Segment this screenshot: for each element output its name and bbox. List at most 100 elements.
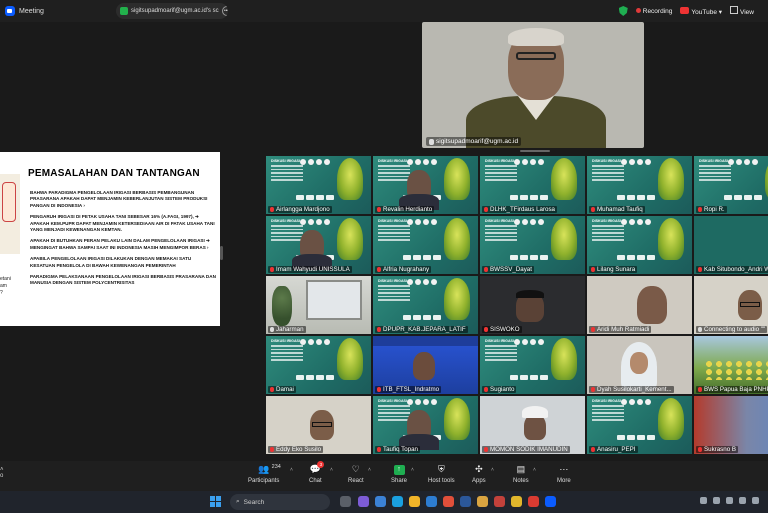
chrome-profile-icon[interactable]	[494, 496, 505, 507]
participant-tile[interactable]: DISKUSI IRIGASI DLHK_TFirdaus Larosa	[480, 156, 585, 214]
speaker-name-label: sigitsupadmoarif@ugm.ac.id	[436, 138, 519, 145]
flyer-text-lines	[592, 405, 624, 423]
participant-name: Anasiru_PEPI	[597, 446, 636, 453]
active-speaker-video[interactable]	[422, 22, 644, 148]
participant-tile[interactable]: DISKUSI IRIGASI Damai	[266, 336, 371, 394]
outlook-icon[interactable]	[426, 496, 437, 507]
meeting-controls-toolbar: ˄ o 👥 234 Participants ˄ 💬 3 Chat ˄ ♡ React…	[0, 461, 768, 491]
participant-tile[interactable]: DISKUSI IRIGASI Sugianto	[480, 336, 585, 394]
participant-tile[interactable]: Connecting to audio ""	[694, 276, 768, 334]
more-options-icon[interactable]: •••	[221, 6, 228, 16]
task-view-icon[interactable]	[340, 496, 351, 507]
participant-tile[interactable]: DISKUSI IRIGASI BWSSV_Dayat	[480, 216, 585, 274]
security-shield-icon[interactable]	[618, 6, 628, 16]
chrome-icon[interactable]	[477, 496, 488, 507]
split-view-resize-handle[interactable]	[220, 246, 223, 260]
host-tools-button[interactable]: ⛨ Host tools	[428, 464, 455, 484]
mic-muted-icon	[270, 207, 274, 212]
participant-tile[interactable]: DISKUSI IRIGASI Lilang Sunara	[587, 216, 692, 274]
chat-caret-icon[interactable]: ˄	[330, 467, 333, 473]
audio-control[interactable]: ˄ o	[0, 467, 4, 479]
participant-tile[interactable]: DISKUSI IRIGASI Airlangga Mardjono	[266, 156, 371, 214]
share-label: Share	[391, 478, 408, 484]
view-button[interactable]: View	[730, 6, 754, 16]
youtube-label: YouTube	[691, 8, 717, 16]
youtube-live-indicator[interactable]: YouTube ▾	[680, 6, 722, 16]
participant-tile[interactable]: DISKUSI IRIGASI Anasiru_PEPI	[587, 396, 692, 454]
copilot-icon[interactable]	[358, 496, 369, 507]
edge-icon[interactable]	[392, 496, 403, 507]
participant-tile[interactable]: Aridi Muh Ratmiadi	[587, 276, 692, 334]
participant-tile[interactable]: ITB_FTSL_Indratmo	[373, 336, 478, 394]
participant-name: Jaharman	[276, 326, 304, 333]
recording-indicator[interactable]: Recording	[635, 7, 672, 15]
participant-tile[interactable]: BWS Papua Baja PNHP	[694, 336, 768, 394]
screen-share-banner[interactable]: sigitsupadmoarif@ugm.ac.id's sc •••	[116, 3, 228, 19]
wifi-icon[interactable]	[726, 497, 733, 504]
file-explorer-icon[interactable]	[409, 496, 420, 507]
participant-name-tag: BWSSV_Dayat	[482, 266, 534, 273]
cloud-icon[interactable]	[713, 497, 720, 504]
participant-tile[interactable]: SISWOKO	[480, 276, 585, 334]
participant-tile[interactable]: Sukrasno B	[694, 396, 768, 454]
tile-header-text: DISKUSI IRIGASI	[378, 279, 407, 283]
participant-tile[interactable]: DISKUSI IRIGASI Taufiq Topan	[373, 396, 478, 454]
sponsor-logos	[403, 255, 453, 260]
zoom-taskbar-icon[interactable]	[545, 496, 556, 507]
institution-logos	[300, 159, 340, 165]
notes-caret-icon[interactable]: ˄	[533, 467, 536, 473]
participant-name: DPUPR_KAB.JEPARA_LATIF	[383, 326, 466, 333]
participant-name-tag: Aridi Muh Ratmiadi	[589, 326, 652, 333]
chat-button[interactable]: 💬 3 Chat	[309, 461, 325, 484]
search-icon: ⌕	[236, 498, 240, 505]
share-button[interactable]: ↑ Share	[391, 464, 407, 484]
participants-count: 234	[271, 464, 281, 470]
windows-start-icon[interactable]	[210, 496, 221, 507]
participant-tile[interactable]: Jaharman	[266, 276, 371, 334]
participant-tile[interactable]: DISKUSI IRIGASI Ropi R.	[694, 156, 768, 214]
shared-screen-slide[interactable]: etani am ? PEMASALAHAN DAN TANTANGAN BAH…	[0, 152, 220, 326]
more-button[interactable]: ⋯ More	[557, 464, 571, 484]
word-icon[interactable]	[460, 496, 471, 507]
participant-tile[interactable]: DISKUSI IRIGASI DPUPR_KAB.JEPARA_LATIF	[373, 276, 478, 334]
participant-name-tag: Alfria Nugrahany	[375, 266, 432, 273]
teams-icon[interactable]	[375, 496, 386, 507]
battery-icon[interactable]	[752, 497, 759, 504]
participants-caret-icon[interactable]: ˄	[290, 467, 293, 473]
participant-tile[interactable]: DISKUSI IRIGASI Revalin Herdianto	[373, 156, 478, 214]
mic-muted-icon	[270, 267, 274, 272]
share-caret-icon[interactable]: ˄	[411, 467, 414, 473]
notes-button[interactable]: ▤ Notes	[513, 464, 529, 484]
flyer-text-lines	[485, 225, 517, 243]
flyer-text-lines	[592, 225, 624, 243]
chevron-up-icon[interactable]	[700, 497, 707, 504]
participant-tile[interactable]: DISKUSI IRIGASI Muhamad Taufiq	[587, 156, 692, 214]
participant-tile[interactable]: Eddy Eko Susilo	[266, 396, 371, 454]
apps-caret-icon[interactable]: ˄	[491, 467, 494, 473]
taskbar-search-box[interactable]: ⌕ Search	[230, 494, 330, 510]
mic-muted-icon	[377, 207, 381, 212]
participant-tile[interactable]: DISKUSI IRIGASI Alfria Nugrahany	[373, 216, 478, 274]
participant-tile[interactable]: Kab Situbondo_Andri W	[694, 216, 768, 274]
heart-icon: ♡	[351, 464, 360, 474]
gallery-page-indicator[interactable]	[520, 150, 550, 152]
participant-gallery: DISKUSI IRIGASI Airlangga Mardjono DISKUSI…	[266, 156, 768, 456]
active-speaker-name: sigitsupadmoarif@ugm.ac.id	[426, 137, 522, 146]
react-button[interactable]: ♡ React	[348, 464, 364, 484]
institution-logos	[621, 159, 661, 165]
apps-button[interactable]: ✣ Apps	[472, 464, 486, 484]
participant-tile[interactable]: MOMON SODIK IMANUDIN	[480, 396, 585, 454]
tile-header-text: DISKUSI IRIGASI	[271, 339, 300, 343]
volume-icon[interactable]	[739, 497, 746, 504]
institution-logos	[621, 219, 661, 225]
participant-tile[interactable]: DISKUSI IRIGASI Imam Wahyudi UNISSULA	[266, 216, 371, 274]
app-icon[interactable]	[528, 496, 539, 507]
powerpoint-icon[interactable]	[443, 496, 454, 507]
sponsor-logos	[510, 375, 560, 380]
participants-button[interactable]: 👥 234 Participants	[248, 464, 281, 484]
institution-logos	[300, 339, 340, 345]
participant-tile[interactable]: Dyah Susilokarti_Kement...	[587, 336, 692, 394]
chrome-alt-icon[interactable]	[511, 496, 522, 507]
participant-name-tag: Taufiq Topan	[375, 446, 420, 453]
react-caret-icon[interactable]: ˄	[368, 467, 371, 473]
